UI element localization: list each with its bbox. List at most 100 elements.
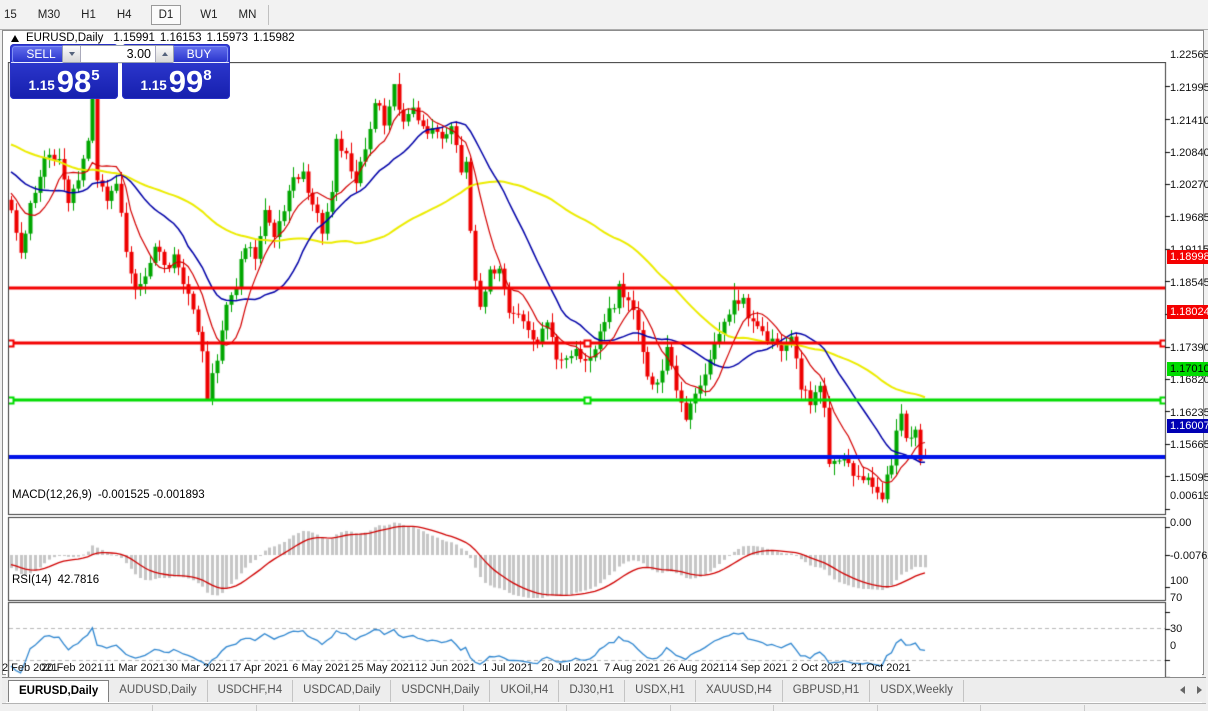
status-separator: [877, 705, 878, 711]
date-label: 25 May 2021: [351, 662, 415, 674]
date-label: 20 Feb 2021: [41, 662, 103, 674]
bid-price-big: 98: [57, 67, 91, 97]
close-value: 1.15982: [253, 32, 295, 44]
status-separator: [566, 705, 567, 711]
symbol-tab-dj30[interactable]: DJ30,H1: [559, 680, 625, 702]
status-separator: [773, 705, 774, 711]
volume-control: [62, 45, 174, 63]
price-axis-tick-label: 1.21410: [1170, 115, 1208, 127]
timeframe-toolbar: 15 M30 H1 H4 D1 W1 MN: [0, 0, 1208, 30]
ask-price: 1.15 99 8: [122, 63, 230, 97]
timeframe-button-mn[interactable]: MN: [237, 6, 259, 24]
tab-scroll-left-icon[interactable]: [1180, 686, 1185, 694]
date-label: 20 Jul 2021: [541, 662, 598, 674]
rsi-indicator-label: RSI(14) 42.7816: [12, 574, 99, 586]
timeframe-button-w1[interactable]: W1: [198, 6, 219, 24]
mt4-window: 15 M30 H1 H4 D1 W1 MN EURUSD,Daily 1.15991 1.1…: [0, 0, 1208, 711]
status-bar: [2, 703, 1206, 711]
date-label: 11 Mar 2021: [104, 662, 165, 674]
chart-window: [2, 30, 1204, 675]
date-label: 2 Oct 2021: [792, 662, 846, 674]
timeframe-button-h4[interactable]: H4: [115, 6, 134, 24]
symbol-tab-eurusd[interactable]: EURUSD,Daily: [8, 680, 109, 702]
symbol-tab-usdchf[interactable]: USDCHF,H4: [208, 680, 294, 702]
symbol-tab-usdx[interactable]: USDX,Weekly: [870, 680, 964, 702]
symbol-tab-usdcad[interactable]: USDCAD,Daily: [293, 680, 391, 702]
open-value: 1.15991: [113, 32, 155, 44]
chevron-down-icon: [69, 52, 75, 56]
ask-price-big: 99: [169, 67, 203, 97]
timeframe-button-15[interactable]: 15: [2, 6, 19, 24]
timeframe-buttons: 15 M30 H1 H4 D1 W1 MN: [0, 5, 258, 25]
date-label: 1 Jul 2021: [482, 662, 533, 674]
rsi-axis-label: 30: [1170, 623, 1182, 635]
status-separator: [256, 705, 257, 711]
symbol-tab-bar: EURUSD,DailyAUDUSD,DailyUSDCHF,H4USDCAD,…: [2, 677, 1206, 702]
price-line-label: 1.18998: [1167, 250, 1208, 264]
status-separator: [359, 705, 360, 711]
price-axis-tick-label: 1.18545: [1170, 277, 1208, 289]
macd-name: MACD(12,26,9): [12, 489, 92, 501]
bid-price: 1.15 98 5: [10, 63, 118, 97]
buy-button[interactable]: BUY: [170, 46, 228, 63]
high-value: 1.16153: [160, 32, 202, 44]
date-label: 12 Jun 2021: [415, 662, 476, 674]
tab-scroll-right-icon[interactable]: [1197, 686, 1202, 694]
price-axis-tick-label: 1.16235: [1170, 407, 1208, 419]
price-line-label: 1.17010: [1167, 362, 1208, 376]
chevron-up-icon: [162, 52, 168, 56]
low-value: 1.15973: [206, 32, 248, 44]
bid-price-sup: 5: [91, 67, 99, 84]
volume-decrease-button[interactable]: [63, 46, 81, 62]
symbol-tab-xauusd[interactable]: XAUUSD,H4: [696, 680, 783, 702]
rsi-axis-label: 0: [1170, 640, 1176, 652]
symbol-tab-usdcnh[interactable]: USDCNH,Daily: [391, 680, 490, 702]
ask-price-small: 1.15: [140, 78, 166, 93]
date-label: 21 Oct 2021: [851, 662, 911, 674]
price-axis-tick-label: 1.22565: [1170, 49, 1208, 61]
ask-price-sup: 8: [203, 67, 211, 84]
symbol-tab-ukoil[interactable]: UKOil,H4: [490, 680, 559, 702]
price-line-label: 1.16007: [1167, 419, 1208, 433]
symbol-tab-gbpusd[interactable]: GBPUSD,H1: [783, 680, 870, 702]
price-axis-tick-label: 1.19685: [1170, 212, 1208, 224]
collapse-trade-panel-icon[interactable]: [11, 35, 19, 42]
price-chart-canvas[interactable]: [6, 62, 1202, 705]
price-axis-tick-label: 1.21995: [1170, 82, 1208, 94]
status-separator: [980, 705, 981, 711]
symbol-tab-audusd[interactable]: AUDUSD,Daily: [109, 680, 207, 702]
volume-increase-button[interactable]: [155, 46, 173, 62]
symbol-tab-usdx[interactable]: USDX,H1: [625, 680, 696, 702]
price-axis-tick-label: 1.15095: [1170, 472, 1208, 484]
price-axis-tick-label: 1.20270: [1170, 179, 1208, 191]
rsi-name: RSI(14): [12, 574, 52, 586]
date-label: 30 Mar 2021: [166, 662, 228, 674]
timeframe-button-h1[interactable]: H1: [79, 6, 98, 24]
date-label: 6 May 2021: [292, 662, 349, 674]
macd-axis-label: -0.00762: [1170, 550, 1208, 562]
rsi-axis-label: 70: [1170, 592, 1182, 604]
macd-axis-label: 0.006193: [1170, 490, 1208, 502]
status-separator: [670, 705, 671, 711]
price-axis-tick-label: 1.17390: [1170, 342, 1208, 354]
status-separator: [1084, 705, 1085, 711]
date-label: 17 Apr 2021: [229, 662, 288, 674]
price-axis-tick-label: 1.15665: [1170, 439, 1208, 451]
tab-scroll-arrows: [1180, 686, 1202, 694]
macd-values: -0.001525 -0.001893: [98, 489, 205, 501]
status-separator: [463, 705, 464, 711]
price-line-label: 1.18024: [1167, 305, 1208, 319]
timeframe-button-d1[interactable]: D1: [151, 5, 182, 25]
toolbar-separator: [268, 5, 269, 25]
ohlc-title: EURUSD,Daily 1.15991 1.16153 1.15973 1.1…: [11, 32, 300, 44]
bid-price-small: 1.15: [28, 78, 54, 93]
status-separator: [152, 705, 153, 711]
date-label: 14 Sep 2021: [725, 662, 787, 674]
volume-input[interactable]: [81, 46, 155, 62]
date-label: 26 Aug 2021: [663, 662, 725, 674]
one-click-trade-panel: SELL 1.15 98 5 BUY 1.15 99 8: [10, 44, 230, 99]
date-label: 7 Aug 2021: [604, 662, 660, 674]
macd-indicator-label: MACD(12,26,9) -0.001525 -0.001893: [12, 489, 205, 501]
timeframe-button-m30[interactable]: M30: [36, 6, 62, 24]
rsi-value: 42.7816: [58, 574, 100, 586]
